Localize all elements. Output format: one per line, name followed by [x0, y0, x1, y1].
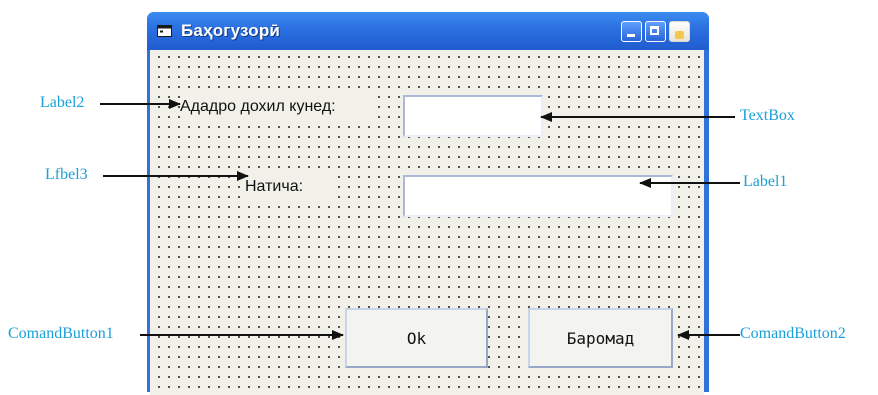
callout-label1: Label1: [743, 173, 788, 190]
callout-button1: ComandButton1: [8, 325, 114, 342]
callout-textbox: TextBox: [740, 107, 795, 124]
callout-label2: Label2: [40, 94, 85, 111]
callout-label3: Lfbel3: [45, 166, 88, 183]
callout-button2: ComandButton2: [740, 325, 846, 342]
